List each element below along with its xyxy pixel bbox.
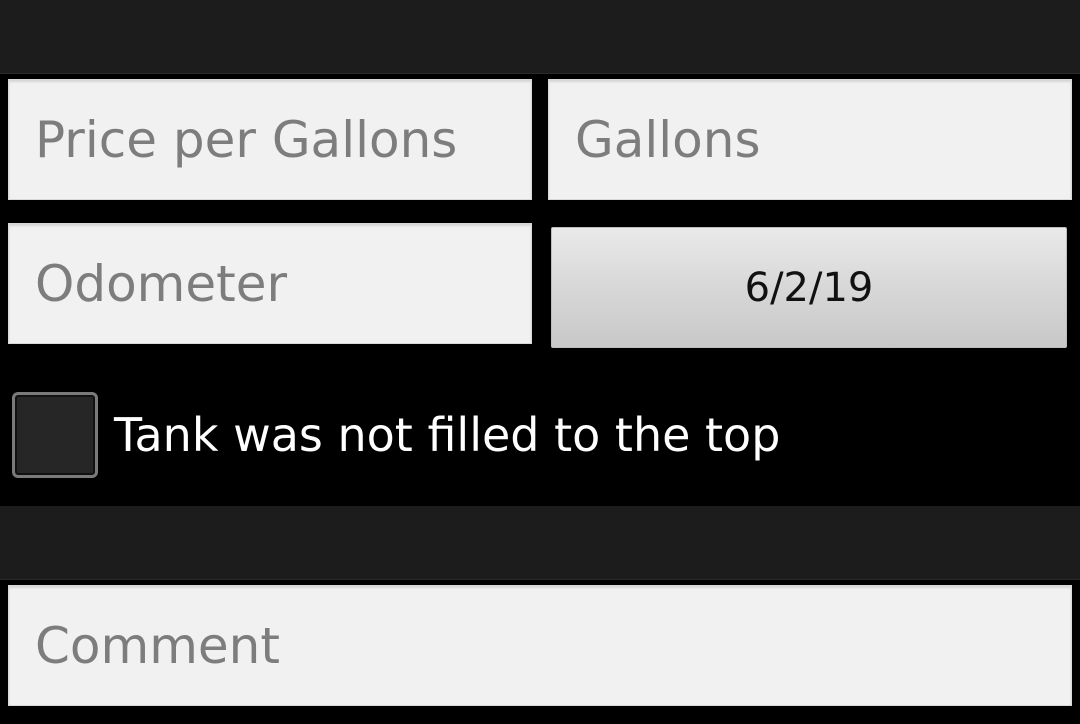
partial-fill-checkbox[interactable] <box>12 392 98 478</box>
gallons-placeholder: Gallons <box>575 110 761 169</box>
partial-fill-row[interactable]: Tank was not filled to the top <box>12 389 780 481</box>
gallons-field[interactable]: Gallons <box>548 79 1072 200</box>
odometer-field[interactable]: Odometer <box>8 223 532 344</box>
price-per-gallon-placeholder: Price per Gallons <box>35 110 458 169</box>
odometer-placeholder: Odometer <box>35 254 288 313</box>
partial-fill-label[interactable]: Tank was not filled to the top <box>114 408 780 462</box>
price-per-gallon-field[interactable]: Price per Gallons <box>8 79 532 200</box>
date-label: 6/2/19 <box>744 264 874 311</box>
comment-placeholder: Comment <box>35 616 280 675</box>
top-bar <box>0 0 1080 74</box>
section-divider-bar <box>0 506 1080 580</box>
date-picker-button[interactable]: 6/2/19 <box>551 227 1067 348</box>
comment-field[interactable]: Comment <box>8 585 1072 706</box>
